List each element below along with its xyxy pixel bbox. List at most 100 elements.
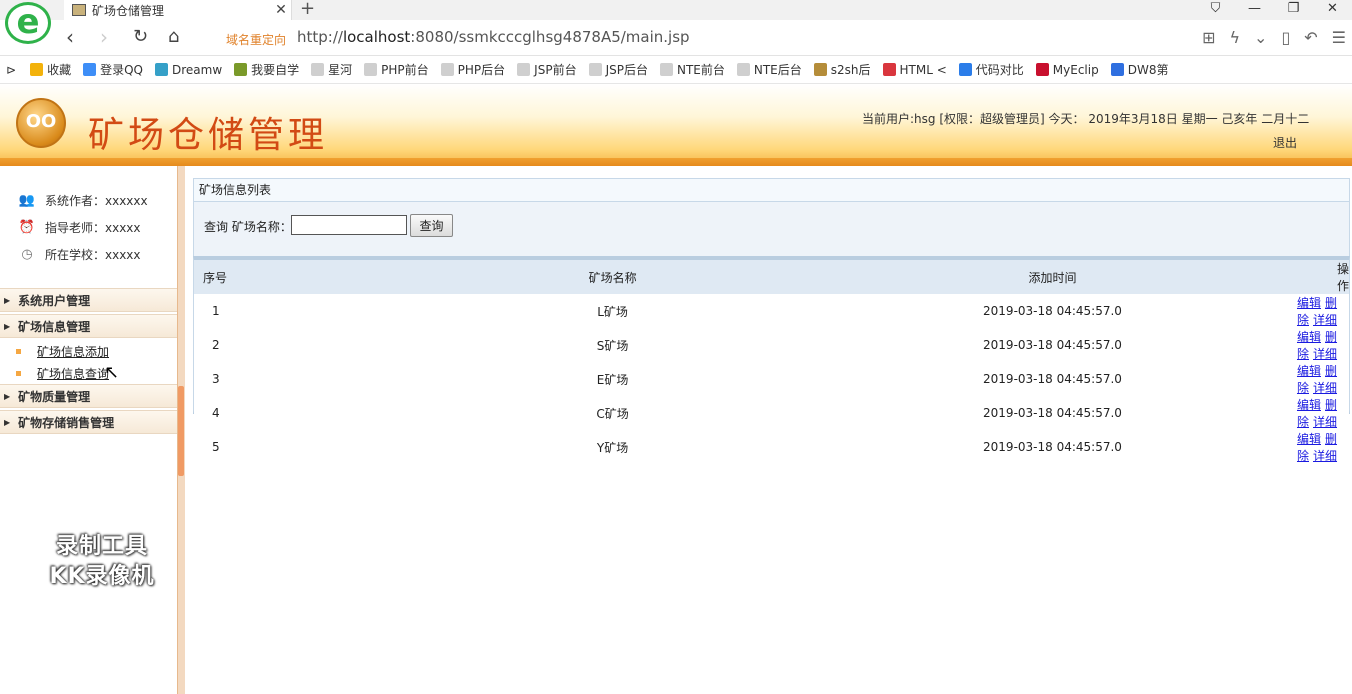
bookmark-item[interactable]: HTML < (882, 61, 947, 78)
menu-mine-info-add-link[interactable]: 矿场信息添加 (37, 343, 109, 360)
cell-time: 2019-03-18 04:45:57.0 (983, 372, 1122, 386)
edit-link[interactable]: 编辑 (1297, 296, 1321, 310)
new-tab-icon[interactable]: + (300, 0, 315, 19)
bookmark-item[interactable]: MyEclip (1035, 61, 1099, 78)
teacher-info: ⏰ 指导老师：xxxxx (18, 219, 141, 236)
detail-link[interactable]: 详细 (1313, 381, 1337, 395)
cell-name: C矿场 (596, 406, 629, 421)
forward-icon[interactable]: › (100, 26, 108, 48)
edit-link[interactable]: 编辑 (1297, 364, 1321, 378)
address-bar: ‹ › ↻ ⌂ 域名重定向 http://localhost:8080/ssmk… (0, 20, 1352, 56)
compare-icon (958, 63, 972, 76)
home-icon[interactable]: ⌂ (168, 26, 179, 48)
url-prefix: http:// (297, 28, 343, 46)
bookmark-item[interactable]: Dreamw (154, 61, 223, 78)
cell-no: 1 (212, 304, 220, 318)
bookmark-item[interactable]: NTE后台 (736, 61, 802, 78)
html-icon (882, 63, 896, 76)
bookmark-label: 收藏 (47, 63, 72, 77)
bookmark-item[interactable]: NTE前台 (659, 61, 725, 78)
splitter-handle[interactable] (178, 386, 184, 476)
logout-link[interactable]: 退出 (1273, 134, 1297, 151)
bookmark-item[interactable]: 我要自学 (234, 61, 299, 78)
bookmark-label: HTML < (899, 62, 947, 77)
search-input[interactable] (291, 215, 407, 235)
table-header-row: 序号 矿场名称 添加时间 操作 (194, 260, 1349, 294)
bookmark-item[interactable]: DW8第 (1110, 61, 1169, 78)
bookmark-label: s2sh后 (830, 63, 871, 77)
teacher-icon: ⏰ (18, 220, 36, 235)
browser-logo-icon[interactable]: e (5, 2, 51, 44)
school-info-label: 所在学校：xxxxx (45, 248, 141, 262)
bookmark-item[interactable]: JSP前台 (517, 61, 577, 78)
menu-arrow-icon: ▶ (4, 321, 11, 331)
bookmark-label: JSP前台 (534, 63, 577, 77)
main-content: 矿场信息列表 查询 矿场名称： 查询 序号 矿场名称 添加时间 操作 1 L矿场 2… (193, 178, 1350, 464)
bookmark-item[interactable]: 登录QQ (83, 61, 143, 78)
edit-link[interactable]: 编辑 (1297, 432, 1321, 446)
cell-ops: 编辑 删除 详细 (1275, 430, 1349, 464)
cell-name: L矿场 (597, 304, 628, 319)
bookmark-item[interactable]: PHP后台 (440, 61, 505, 78)
bookmark-item[interactable]: PHP前台 (364, 61, 429, 78)
refresh-icon[interactable]: ↻ (133, 26, 148, 48)
menu-mine-info-query[interactable]: 矿场信息查询 (16, 365, 109, 382)
bookmark-label: 我要自学 (251, 63, 300, 77)
url-field[interactable]: http://localhost:8080/ssmkcccglhsg4878A5… (297, 28, 690, 46)
browser-tab[interactable]: 矿场仓储管理 ✕ (64, 0, 292, 20)
search-area: 查询 矿场名称： 查询 (193, 202, 1350, 256)
back-icon[interactable]: ‹ (66, 26, 74, 48)
image-icon (813, 63, 827, 76)
menu-mine-info-label: 矿场信息管理 (18, 319, 91, 334)
tab-title: 矿场仓储管理 (92, 3, 165, 18)
bookmark-item[interactable]: JSP后台 (588, 61, 648, 78)
dreamweaver-icon (154, 63, 168, 76)
bookmark-icon[interactable]: ▯ (1281, 28, 1290, 47)
menu-icon[interactable]: ☰ (1332, 28, 1346, 47)
undo-icon[interactable]: ↶ (1304, 28, 1317, 47)
menu-mine-info-query-link[interactable]: 矿场信息查询 (37, 365, 109, 382)
bookmark-item[interactable]: s2sh后 (813, 61, 871, 78)
detail-link[interactable]: 详细 (1313, 313, 1337, 327)
column-header-ops: 操作 (1336, 262, 1349, 293)
menu-mineral-storage[interactable]: ▶ 矿物存储销售管理 (0, 410, 177, 434)
bookmark-item[interactable]: 代码对比 (958, 61, 1024, 78)
bookmark-label: NTE后台 (753, 63, 802, 77)
menu-mineral-quality[interactable]: ▶ 矿物质量管理 (0, 384, 177, 408)
lightning-icon[interactable]: ϟ (1229, 28, 1240, 47)
bookmark-label: Dreamw (171, 62, 223, 77)
bookmark-label: DW8第 (1127, 63, 1169, 77)
bookmark-item[interactable]: 星河 (311, 61, 352, 78)
cell-ops: 编辑 删除 详细 (1275, 328, 1349, 362)
grid-icon[interactable]: ⊞ (1202, 28, 1215, 47)
bookmark-item[interactable]: 收藏 (30, 61, 71, 78)
edit-link[interactable]: 编辑 (1297, 330, 1321, 344)
search-button[interactable]: 查询 (410, 214, 453, 237)
edit-link[interactable]: 编辑 (1297, 398, 1321, 412)
sidebar-toggle-icon[interactable]: ⊳ (6, 63, 16, 77)
cell-ops: 编辑 删除 详细 (1275, 294, 1349, 328)
menu-mine-info[interactable]: ▶ 矿场信息管理 (0, 314, 177, 338)
menu-mine-info-add[interactable]: 矿场信息添加 (16, 343, 109, 360)
detail-link[interactable]: 详细 (1313, 415, 1337, 429)
close-tab-icon[interactable]: ✕ (271, 2, 291, 18)
table-row: 4 C矿场 2019-03-18 04:45:57.0 编辑 删除 详细 (194, 396, 1349, 430)
redirect-label[interactable]: 域名重定向 (226, 31, 286, 48)
page-icon (440, 63, 454, 76)
chevron-down-icon[interactable]: ⌄ (1254, 28, 1267, 47)
mine-list-table: 序号 矿场名称 添加时间 操作 1 L矿场 2019-03-18 04:45:57.… (194, 260, 1349, 464)
myeclipse-icon (1035, 63, 1049, 76)
detail-link[interactable]: 详细 (1313, 347, 1337, 361)
shirt-icon[interactable]: ⛉ (1196, 0, 1235, 20)
close-window-icon[interactable]: ✕ (1313, 0, 1352, 20)
restore-icon[interactable]: ❐ (1274, 0, 1313, 20)
minimize-icon[interactable]: — (1235, 0, 1274, 20)
menu-arrow-icon: ▶ (4, 295, 11, 305)
menu-system-users[interactable]: ▶ 系统用户管理 (0, 288, 177, 312)
qq-icon (83, 63, 97, 76)
watermark-line-1: 录制工具 (55, 534, 148, 559)
school-info: ◷ 所在学校：xxxxx (18, 246, 141, 263)
detail-link[interactable]: 详细 (1313, 449, 1337, 463)
cell-ops: 编辑 删除 详细 (1275, 396, 1349, 430)
bookmark-label: MyEclip (1052, 62, 1099, 77)
